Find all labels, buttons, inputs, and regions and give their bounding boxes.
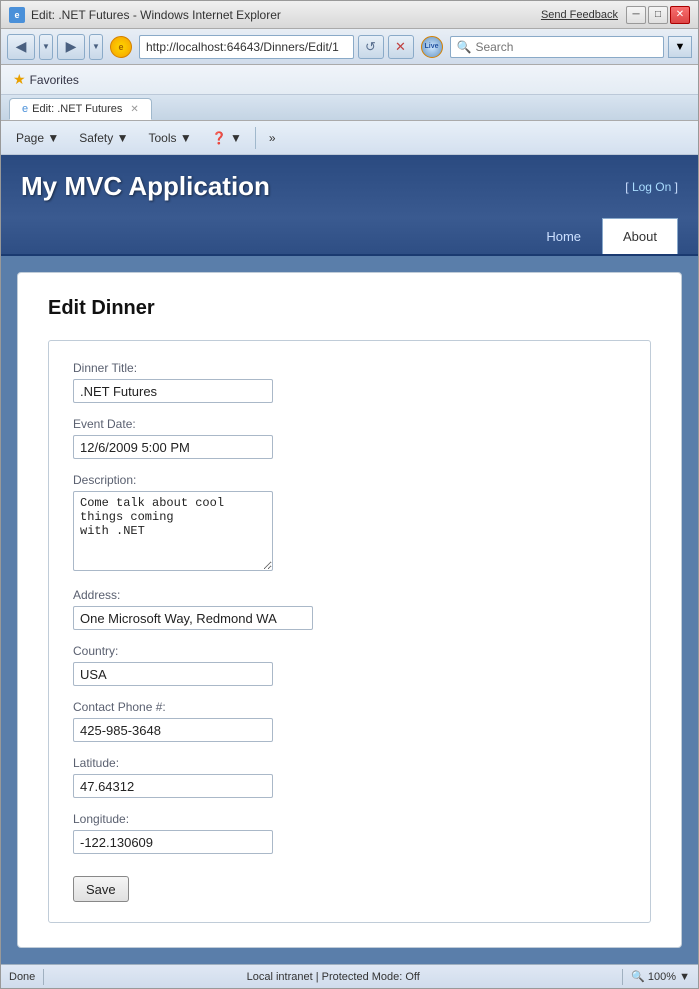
stop-button[interactable]: ✕ [388,35,414,59]
tab-bar: e Edit: .NET Futures ✕ [1,95,698,121]
live-search-logo: Live [418,33,446,61]
contact-phone-group: Contact Phone #: [73,700,626,742]
status-zone: Local intranet | Protected Mode: Off [52,971,614,983]
nav-about[interactable]: About [602,218,678,254]
browser-window: e Edit: .NET Futures - Windows Internet … [0,0,699,989]
help-button[interactable]: ❓ ▼ [203,124,251,152]
event-date-input[interactable] [73,435,273,459]
longitude-group: Longitude: [73,812,626,854]
app-header: My MVC Application [ Log On ] [1,155,698,218]
country-label: Country: [73,644,626,658]
login-bracket-open: [ [625,180,628,194]
login-bracket-close: ] [675,180,678,194]
status-bar: Done Local intranet | Protected Mode: Of… [1,964,698,988]
back-dropdown[interactable]: ▼ [39,34,53,60]
send-feedback-link[interactable]: Send Feedback [541,9,618,21]
refresh-button[interactable]: ↺ [358,35,384,59]
login-area: [ Log On ] [625,180,678,194]
star-icon: ★ [13,71,26,88]
dinner-title-group: Dinner Title: [73,361,626,403]
ie-logo-inner: e [110,36,132,58]
edit-form: Dinner Title: Event Date: Description: C… [48,340,651,923]
search-input[interactable] [475,40,657,54]
status-separator-1 [43,969,44,985]
favorites-bar: ★ Favorites [1,65,698,95]
login-link[interactable]: Log On [632,180,671,194]
save-button[interactable]: Save [73,876,129,902]
latitude-label: Latitude: [73,756,626,770]
event-date-label: Event Date: [73,417,626,431]
ie-icon: e [9,7,25,23]
active-tab[interactable]: e Edit: .NET Futures ✕ [9,98,152,120]
tools-button[interactable]: Tools ▼ [139,124,200,152]
description-group: Description: Come talk about cool things… [73,473,626,574]
toolbar-more-button[interactable]: » [260,124,285,152]
app-container: My MVC Application [ Log On ] Home About… [1,155,698,964]
safety-button[interactable]: Safety ▼ [70,124,137,152]
address-label: Address: [73,588,626,602]
favorites-button[interactable]: ★ Favorites [9,69,83,90]
address-input[interactable] [73,606,313,630]
status-zoom[interactable]: 🔍 100% ▼ [631,970,690,983]
back-button[interactable]: ◀ [7,34,35,60]
address-input[interactable] [139,35,354,59]
tab-icon: e [22,103,28,115]
window-title: Edit: .NET Futures - Windows Internet Ex… [31,8,541,22]
address-bar: ◀ ▼ ▶ ▼ e ↺ ✕ Live 🔍 ▼ [1,29,698,65]
page-title: Edit Dinner [48,297,651,320]
country-input[interactable] [73,662,273,686]
live-search-inner: Live [421,36,443,58]
contact-phone-label: Contact Phone #: [73,700,626,714]
description-label: Description: [73,473,626,487]
app-title: My MVC Application [21,171,270,202]
content-card: Edit Dinner Dinner Title: Event Date: De… [17,272,682,948]
tab-label: Edit: .NET Futures [32,103,122,115]
longitude-input[interactable] [73,830,273,854]
dinner-title-label: Dinner Title: [73,361,626,375]
description-textarea[interactable]: Come talk about cool things coming with … [73,491,273,571]
nav-home[interactable]: Home [525,218,602,254]
forward-button[interactable]: ▶ [57,34,85,60]
main-content: Edit Dinner Dinner Title: Event Date: De… [1,256,698,964]
page-button[interactable]: Page ▼ [7,124,68,152]
title-bar: e Edit: .NET Futures - Windows Internet … [1,1,698,29]
country-group: Country: [73,644,626,686]
latitude-group: Latitude: [73,756,626,798]
tab-close-icon[interactable]: ✕ [130,104,138,115]
toolbar-separator [255,127,256,149]
status-text: Done [9,971,35,983]
restore-button[interactable]: □ [648,6,668,24]
ie-logo: e [107,33,135,61]
status-separator-2 [622,969,623,985]
search-button[interactable]: ▼ [668,36,692,58]
address-group: Address: [73,588,626,630]
favorites-label: Favorites [30,73,79,87]
minimize-button[interactable]: ─ [626,6,646,24]
close-button[interactable]: ✕ [670,6,690,24]
contact-phone-input[interactable] [73,718,273,742]
forward-dropdown[interactable]: ▼ [89,34,103,60]
longitude-label: Longitude: [73,812,626,826]
latitude-input[interactable] [73,774,273,798]
search-icon: 🔍 [457,40,472,54]
nav-bar: Home About [1,218,698,256]
event-date-group: Event Date: [73,417,626,459]
dinner-title-input[interactable] [73,379,273,403]
toolbar: Page ▼ Safety ▼ Tools ▼ ❓ ▼ » [1,121,698,155]
search-bar: 🔍 [450,36,665,58]
window-controls: ─ □ ✕ [626,6,690,24]
